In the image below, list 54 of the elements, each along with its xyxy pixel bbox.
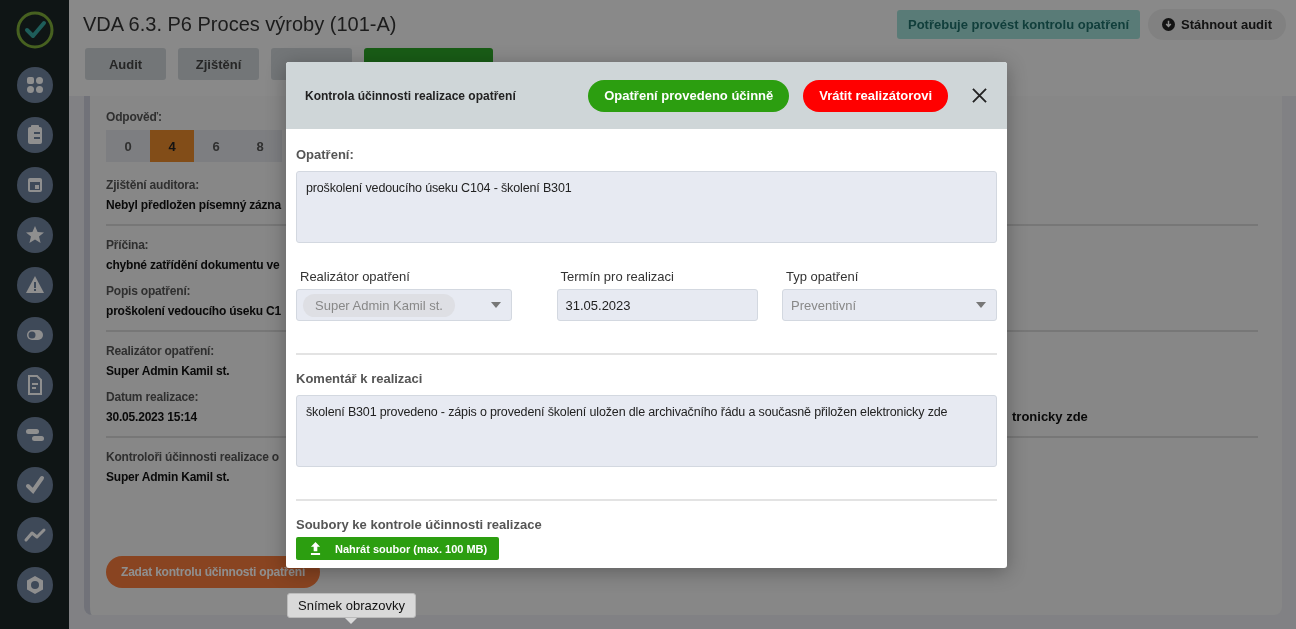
calendar-icon[interactable] bbox=[16, 167, 53, 203]
page-title: VDA 6.3. P6 Proces výroby (101-A) bbox=[83, 12, 397, 36]
tooltip-pointer-icon bbox=[345, 618, 357, 624]
return-button[interactable]: Vrátit realizátorovi bbox=[803, 79, 948, 112]
field-value: Super Admin Kamil st. bbox=[106, 470, 231, 484]
field-label: Realizátor opatření bbox=[300, 269, 411, 284]
field-label: Termín pro realizaci bbox=[560, 269, 675, 284]
document-icon[interactable] bbox=[16, 367, 53, 403]
answer-option[interactable]: 4 bbox=[150, 130, 194, 162]
comment-textarea[interactable]: školení B301 provedeno - zápis o provedení školení uložen dle archivačního řádu a současně přiložen elektronicky zde bbox=[296, 395, 997, 467]
upload-icon bbox=[310, 542, 321, 555]
field-label: Soubory ke kontrole účinnosti realizace bbox=[296, 517, 543, 532]
field-value: tronicky zde bbox=[1012, 409, 1089, 424]
tooltip: Snímek obrazovky bbox=[287, 593, 416, 618]
answer-option[interactable]: 6 bbox=[194, 130, 238, 162]
warning-icon[interactable] bbox=[16, 267, 53, 303]
tab[interactable]: Audit bbox=[85, 48, 166, 80]
field-label: Popis opatření: bbox=[106, 284, 192, 298]
toggle-icon[interactable] bbox=[16, 317, 53, 353]
tab[interactable]: Zjištění bbox=[178, 48, 259, 80]
gantt-icon[interactable] bbox=[16, 417, 53, 453]
download-button[interactable]: Stáhnout audit bbox=[1148, 8, 1286, 40]
field-value: proškolení vedoucího úseku C1 bbox=[106, 304, 281, 318]
dashboard-icon[interactable] bbox=[16, 67, 53, 103]
add-check-button[interactable]: Zadat kontrolu účinnosti opatření bbox=[106, 556, 321, 588]
field-value: 30.05.2023 15:14 bbox=[106, 410, 198, 424]
field-label: Datum realizace: bbox=[106, 390, 200, 404]
download-icon bbox=[1162, 17, 1175, 31]
answer-option[interactable]: 8 bbox=[238, 130, 282, 162]
close-icon[interactable] bbox=[972, 88, 987, 103]
check-icon[interactable] bbox=[16, 467, 53, 503]
measure-textarea[interactable]: proškolení vedoucího úseku C104 - školení B301 bbox=[296, 171, 997, 243]
caret-icon bbox=[976, 302, 986, 308]
logo-icon[interactable] bbox=[14, 10, 55, 50]
modal-title: Kontrola účinnosti realizace opatření bbox=[305, 88, 516, 103]
field-label: Zjištění auditora: bbox=[106, 178, 201, 192]
status-badge: Potřebuje provést kontrolu opatření bbox=[896, 9, 1140, 39]
field-label: Typ opatření bbox=[786, 269, 860, 284]
answer-option[interactable]: 0 bbox=[106, 130, 150, 162]
field-label: Odpověď: bbox=[106, 110, 163, 124]
upload-button[interactable]: Nahrát soubor (max. 100 MB) bbox=[296, 537, 500, 560]
date-field[interactable]: 31.05.2023 bbox=[556, 289, 758, 321]
field-value: Super Admin Kamil st. bbox=[106, 364, 230, 378]
field-value: chybné zatřídění dokumentu ve bbox=[106, 258, 281, 272]
field-label: Opatření: bbox=[296, 147, 355, 162]
clipboard-icon[interactable] bbox=[16, 117, 53, 153]
field-value: Nebyl předložen písemný zázna bbox=[106, 198, 281, 212]
caret-icon bbox=[491, 302, 501, 308]
chart-icon[interactable] bbox=[16, 517, 53, 553]
field-label: Příčina: bbox=[106, 238, 150, 252]
field-label: Komentář k realizaci bbox=[296, 371, 424, 386]
field-label: Realizátor opatření: bbox=[106, 344, 216, 358]
confirm-button[interactable]: Opatření provedeno účinně bbox=[588, 79, 790, 112]
field-label: Kontroloři účinnosti realizace o bbox=[106, 450, 279, 464]
